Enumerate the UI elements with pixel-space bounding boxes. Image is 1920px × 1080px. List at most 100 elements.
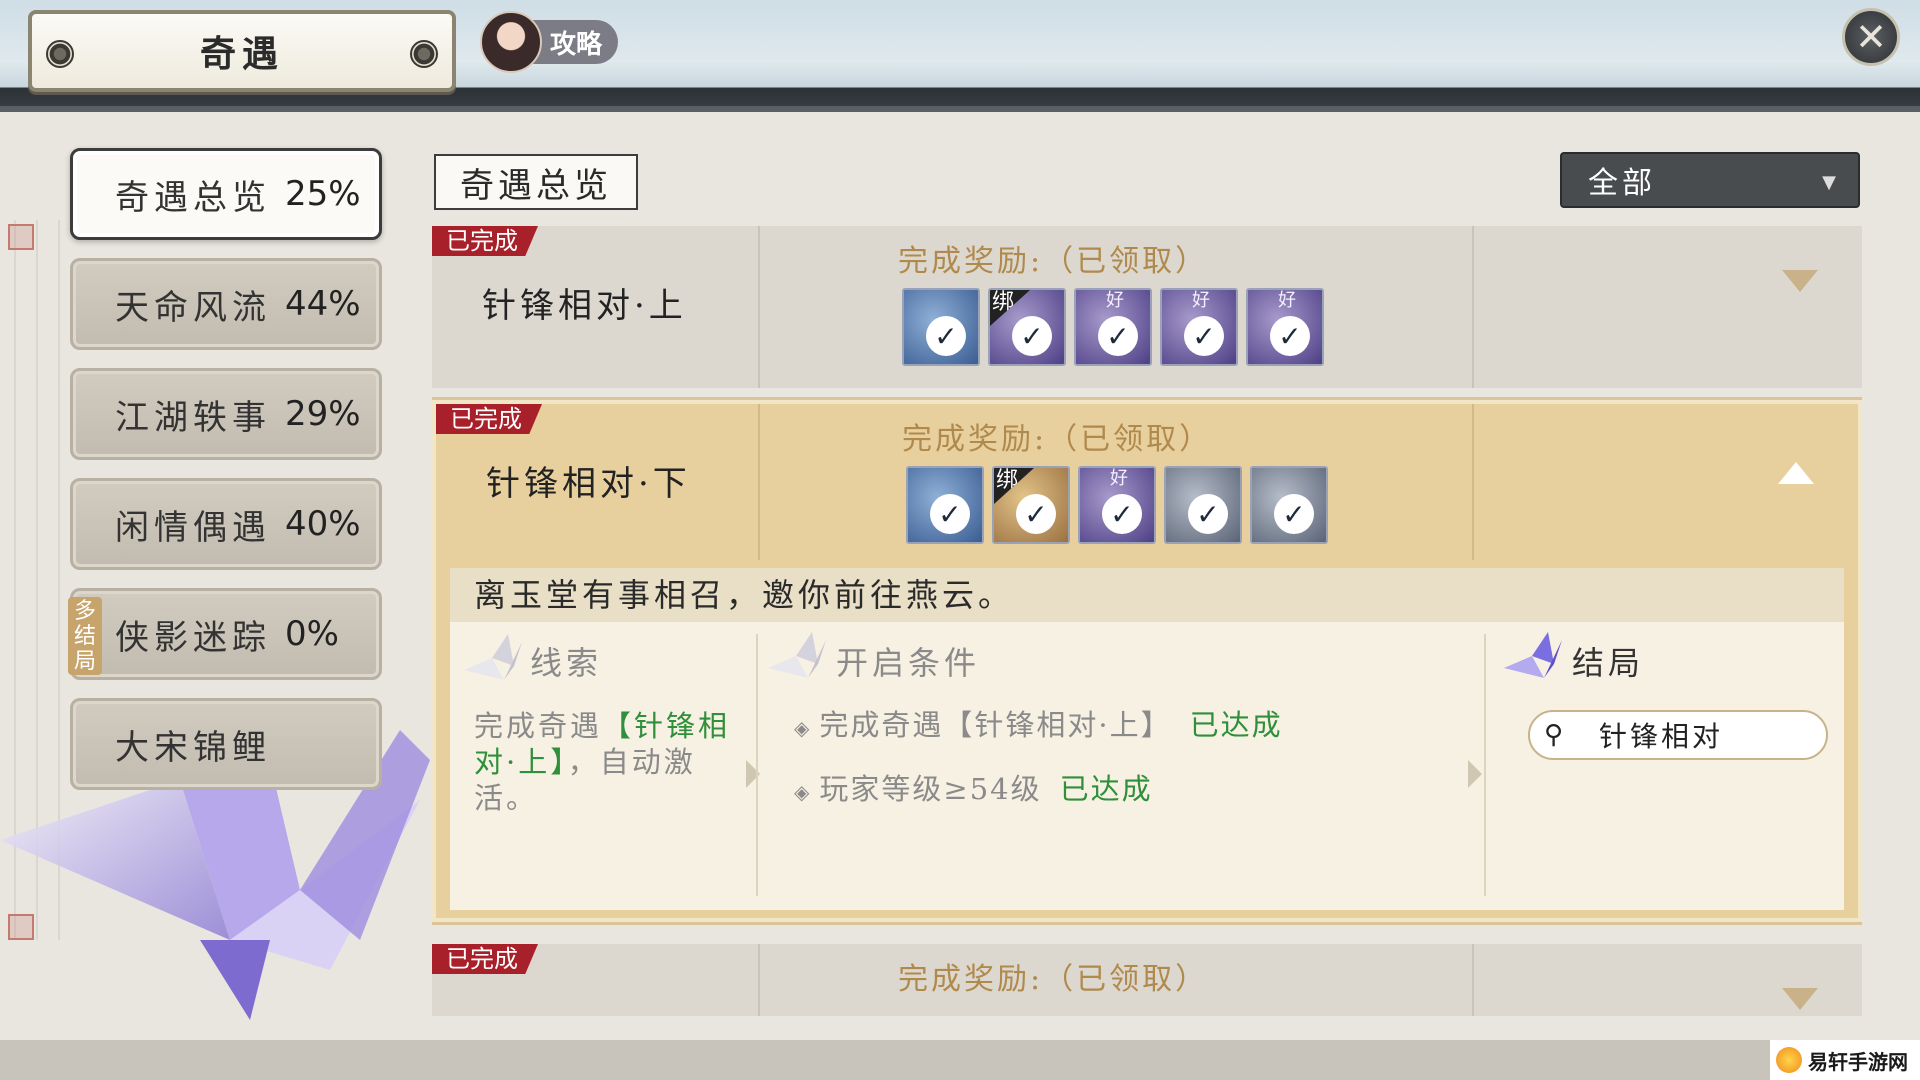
section-tab-overview[interactable]: 奇遇总览 — [434, 154, 638, 210]
completed-badge: 已完成 — [432, 944, 538, 974]
sidebar-item-percent: 0% — [285, 614, 339, 654]
check-icon: ✓ — [1098, 316, 1138, 356]
ending-heading: 结局 — [1572, 644, 1645, 682]
divider — [1472, 404, 1474, 560]
clue-text-part: 完成奇遇 — [474, 709, 603, 743]
dropdown-arrow-icon: ▼ — [1822, 172, 1836, 193]
divider — [1472, 226, 1474, 388]
sidebar-item-label: 天命风流 — [115, 287, 271, 328]
search-icon: ⚲ — [1544, 720, 1564, 750]
sidebar-item-jianghu[interactable]: 江湖轶事 29% — [70, 368, 382, 460]
check-icon: ✓ — [1102, 494, 1142, 534]
check-icon: ✓ — [1184, 316, 1224, 356]
check-icon: ✓ — [1012, 316, 1052, 356]
quest-name: 针锋相对·下 — [486, 464, 691, 504]
divider — [758, 404, 760, 560]
reward-item[interactable]: ✓ — [1164, 466, 1242, 544]
reward-item[interactable]: 绑 ✓ — [992, 466, 1070, 544]
expand-arrow-icon[interactable] — [1782, 988, 1818, 1010]
diamond-bullet-icon: ◈ — [794, 716, 812, 740]
sidebar-item-dasong[interactable]: 大宋锦鲤 — [70, 698, 382, 790]
reward-title: 完成奖励:（已领取） — [902, 422, 1213, 457]
quest-card[interactable]: 已完成 针锋相对·上 完成奖励:（已领取） ✓ 绑 ✓ 好 ✓ 好 ✓ 好 ✓ — [432, 226, 1862, 388]
conditions-heading: 开启条件 — [836, 644, 981, 682]
sidebar-item-xianqing[interactable]: 闲情偶遇 40% — [70, 478, 382, 570]
sidebar-item-percent: 40% — [285, 504, 361, 544]
reward-item[interactable]: ✓ — [902, 288, 980, 366]
sidebar-item-percent: 29% — [285, 394, 361, 434]
watermark-logo-icon — [1776, 1047, 1802, 1073]
collapse-arrow-icon[interactable] — [1778, 462, 1814, 484]
reward-item[interactable]: ✓ — [1250, 466, 1328, 544]
quest-detail-panel: 离玉堂有事相召，邀你前往燕云。 线索 完成奇遇【针锋相对·上】，自动激活。 开启… — [450, 568, 1844, 910]
clue-text: 完成奇遇【针锋相对·上】，自动激活。 — [474, 708, 734, 816]
clue-heading: 线索 — [530, 644, 603, 682]
close-button[interactable]: ✕ — [1842, 8, 1900, 66]
guide-button[interactable]: 攻略 — [480, 11, 618, 73]
filter-value: 全部 — [1588, 166, 1656, 201]
condition-text: 完成奇遇【针锋相对·上】 — [819, 708, 1172, 742]
check-icon: ✓ — [1270, 316, 1310, 356]
knot-ornament-icon — [46, 40, 74, 68]
check-icon: ✓ — [1016, 494, 1056, 534]
sidebar-item-label: 大宋锦鲤 — [115, 727, 271, 768]
sidebar-item-percent: 44% — [285, 284, 361, 324]
quest-list[interactable]: 已完成 针锋相对·上 完成奖励:（已领取） ✓ 绑 ✓ 好 ✓ 好 ✓ 好 ✓ 已完成 … — [432, 226, 1862, 1016]
sidebar-item-overview[interactable]: 奇遇总览 25% — [70, 148, 382, 240]
check-icon: ✓ — [926, 316, 966, 356]
condition-status: 已达成 — [1189, 708, 1283, 742]
expand-arrow-icon[interactable] — [1782, 270, 1818, 292]
crane-icon — [1504, 632, 1562, 678]
quest-card[interactable]: 已完成 完成奖励:（已领取） — [432, 944, 1862, 1016]
bottom-bar — [0, 1040, 1920, 1080]
sidebar-item-label: 闲情偶遇 — [115, 507, 271, 548]
reward-item[interactable]: 好 ✓ — [1246, 288, 1324, 366]
watermark-text: 易轩手游网 — [1808, 1049, 1908, 1074]
reward-item[interactable]: 好 ✓ — [1078, 466, 1156, 544]
watermark: 易轩手游网 — [1770, 1040, 1920, 1080]
reward-title: 完成奖励:（已领取） — [898, 244, 1209, 279]
reward-title: 完成奖励:（已领取） — [898, 962, 1209, 997]
completed-badge: 已完成 — [432, 226, 538, 256]
sidebar-item-label: 奇遇总览 — [115, 177, 271, 218]
check-icon: ✓ — [1274, 494, 1314, 534]
quest-name: 针锋相对·上 — [482, 286, 687, 326]
condition-status: 已达成 — [1059, 772, 1153, 806]
reward-item[interactable]: 绑 ✓ — [988, 288, 1066, 366]
check-icon: ✓ — [1188, 494, 1228, 534]
ending-button-label: 针锋相对 — [1599, 720, 1724, 753]
reward-list: ✓ 绑 ✓ 好 ✓ ✓ ✓ — [906, 466, 1328, 544]
quest-description: 离玉堂有事相召，邀你前往燕云。 — [450, 568, 1844, 622]
filter-dropdown[interactable]: 全部 ▼ — [1560, 152, 1860, 208]
divider — [1484, 634, 1486, 896]
condition-item: ◈ 完成奇遇【针锋相对·上】 已达成 — [794, 702, 1283, 744]
completed-badge: 已完成 — [436, 404, 542, 434]
knot-ornament-icon — [410, 40, 438, 68]
divider — [758, 226, 760, 388]
sidebar-item-label: 侠影迷踪 — [115, 617, 271, 658]
crane-icon — [768, 632, 826, 678]
reward-list: ✓ 绑 ✓ 好 ✓ 好 ✓ 好 ✓ — [902, 288, 1324, 366]
reward-item[interactable]: 好 ✓ — [1074, 288, 1152, 366]
guide-label: 攻略 — [550, 29, 603, 60]
sidebar-item-percent: 25% — [285, 174, 361, 214]
condition-text: 玩家等级≥54级 — [819, 772, 1042, 806]
reward-item[interactable]: 好 ✓ — [1160, 288, 1238, 366]
guide-avatar — [480, 11, 542, 73]
ending-search-button[interactable]: ⚲ 针锋相对 — [1528, 710, 1828, 760]
reward-item[interactable]: ✓ — [906, 466, 984, 544]
divider — [758, 944, 760, 1016]
multi-ending-badge: 多结局 — [68, 597, 102, 675]
condition-item: ◈ 玩家等级≥54级 已达成 — [794, 766, 1153, 808]
sidebar-item-tianming[interactable]: 天命风流 44% — [70, 258, 382, 350]
window-title-plate: 奇遇 — [28, 10, 456, 92]
quest-card-expanded[interactable]: 已完成 针锋相对·下 完成奖励:（已领取） ✓ 绑 ✓ 好 ✓ ✓ ✓ 离玉堂有事相… — [432, 397, 1862, 925]
chevron-right-icon — [1468, 760, 1482, 788]
crane-icon — [464, 634, 522, 680]
divider — [1472, 944, 1474, 1016]
diamond-bullet-icon: ◈ — [794, 780, 812, 804]
close-icon: ✕ — [1855, 15, 1887, 59]
sidebar-item-xiaying[interactable]: 多结局 侠影迷踪 0% — [68, 588, 382, 680]
check-icon: ✓ — [930, 494, 970, 534]
divider — [756, 634, 758, 896]
